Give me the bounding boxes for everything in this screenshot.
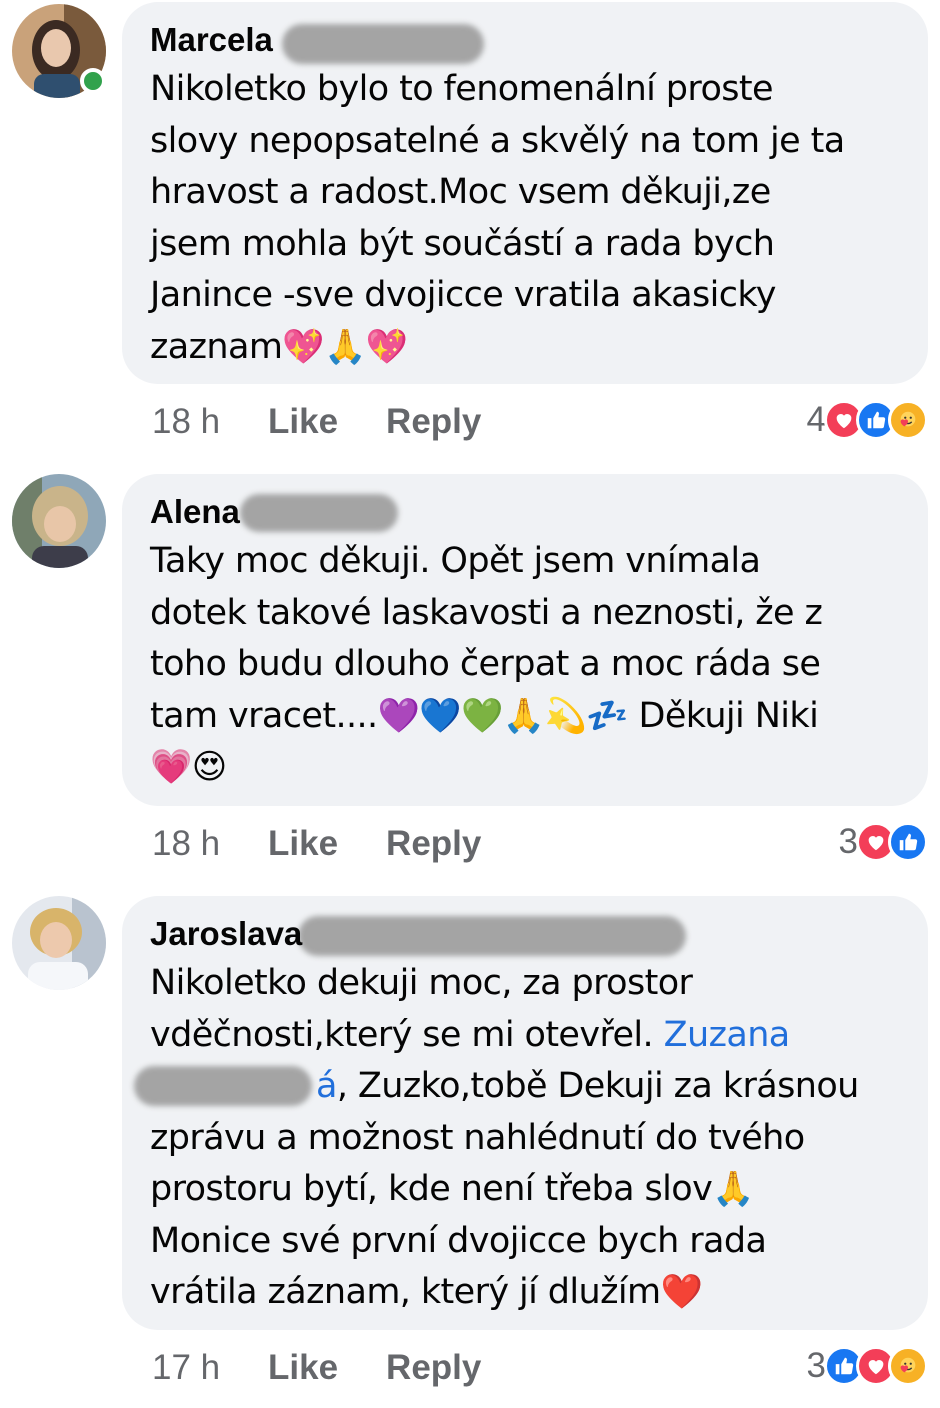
mentioned-user-link[interactable]: Zuzana bbox=[664, 1015, 791, 1055]
avatar-jaroslava[interactable] bbox=[12, 896, 106, 990]
comment-author[interactable]: Jaroslava bbox=[150, 910, 302, 958]
reply-button[interactable]: Reply bbox=[386, 402, 481, 442]
care-reaction-icon bbox=[888, 1346, 928, 1386]
like-button[interactable]: Like bbox=[268, 1348, 338, 1388]
reply-button[interactable]: Reply bbox=[386, 1348, 481, 1388]
comment-author[interactable]: Alena bbox=[150, 488, 240, 536]
comment-bubble: Marcela Nikoletko bylo to fenomenální pr… bbox=[122, 2, 928, 384]
comment-bubble: Jaroslava Nikoletko dekuji moc, za prost… bbox=[122, 896, 928, 1330]
comment-text: Nikoletko bylo to fenomenální proste slo… bbox=[150, 69, 845, 367]
comment-timestamp[interactable]: 17 h bbox=[152, 1348, 268, 1388]
comment-actions: 17 h Like Reply bbox=[152, 1348, 529, 1388]
reaction-summary[interactable]: 3 bbox=[807, 1346, 928, 1386]
mentioned-user-link-tail[interactable]: á bbox=[316, 1066, 337, 1106]
online-status-dot bbox=[80, 68, 106, 94]
comment-text: Nikoletko dekuji moc, za prostor vděčnos… bbox=[150, 963, 859, 1312]
redacted-mention bbox=[134, 1066, 312, 1106]
reply-button[interactable]: Reply bbox=[386, 824, 481, 864]
emoji-sequence: 💜💙💚🙏💫💤 bbox=[377, 695, 629, 736]
comment-actions: 18 h Like Reply bbox=[152, 402, 529, 442]
like-button[interactable]: Like bbox=[268, 402, 338, 442]
redacted-name bbox=[240, 494, 398, 532]
comment-actions: 18 h Like Reply bbox=[152, 824, 529, 864]
emoji-sequence: ❤️ bbox=[660, 1272, 703, 1312]
redacted-name bbox=[298, 916, 686, 956]
comment-timestamp[interactable]: 18 h bbox=[152, 402, 268, 442]
like-reaction-icon bbox=[888, 822, 928, 862]
reaction-summary[interactable]: 3 bbox=[839, 822, 928, 862]
emoji-sequence: 💖🙏💖 bbox=[282, 326, 408, 367]
like-button[interactable]: Like bbox=[268, 824, 338, 864]
emoji-sequence: 🙏 bbox=[712, 1169, 754, 1209]
reaction-summary[interactable]: 4 bbox=[807, 400, 928, 440]
comment-author[interactable]: Marcela bbox=[150, 16, 273, 64]
comment-timestamp[interactable]: 18 h bbox=[152, 824, 268, 864]
comment-text: Taky moc děkuji. Opět jsem vnímala dotek… bbox=[150, 541, 823, 787]
redacted-name bbox=[282, 24, 484, 64]
avatar-alena[interactable] bbox=[12, 474, 106, 568]
emoji-sequence: 💗😍 bbox=[150, 747, 227, 787]
comment-bubble: Alena Taky moc děkuji. Opět jsem vnímala… bbox=[122, 474, 928, 806]
care-reaction-icon bbox=[888, 400, 928, 440]
